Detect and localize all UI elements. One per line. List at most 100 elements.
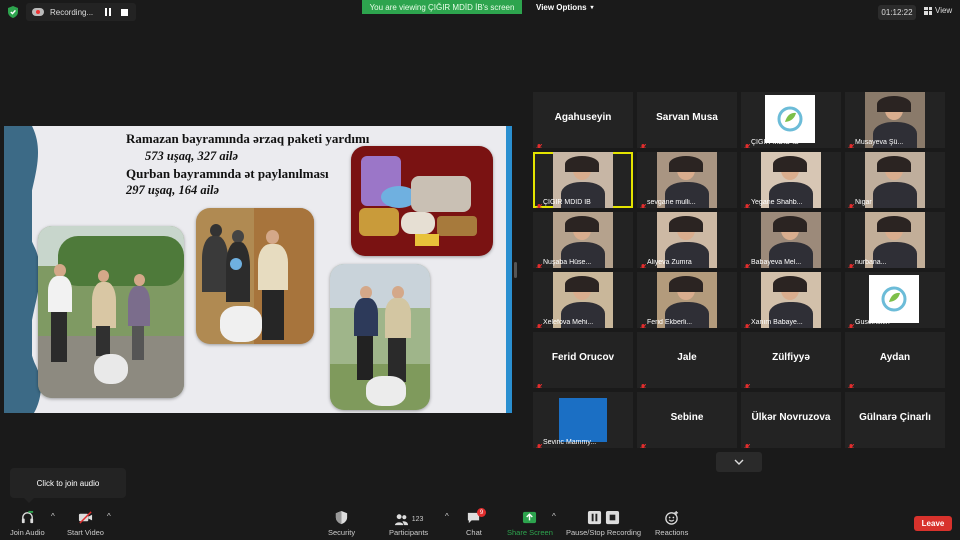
view-options-label: View Options xyxy=(536,2,587,12)
participant-tile[interactable]: ÇIĞIR MDİD İB xyxy=(533,152,633,208)
participant-tile[interactable]: Ülkər Novruzova xyxy=(741,392,841,448)
participant-caption: ÇIĞIR MDİD İB xyxy=(543,199,591,206)
view-options-button[interactable]: View Options ▾ xyxy=(536,0,594,14)
join-audio-label: Join Audio xyxy=(10,528,45,537)
stop-recording-icon[interactable] xyxy=(121,8,128,16)
participant-name: Ülkər Novruzova xyxy=(751,412,831,423)
participant-tile[interactable]: Musayeva Şü... xyxy=(845,92,945,148)
video-off-icon xyxy=(78,511,93,524)
participant-tile[interactable]: Aydan xyxy=(845,332,945,388)
participant-tile[interactable]: Gülnarə Çinarlı xyxy=(845,392,945,448)
participant-caption: Guseinskin xyxy=(855,319,890,326)
recording-label: Recording... xyxy=(50,7,94,17)
participant-tile[interactable]: Ferid Orucov xyxy=(533,332,633,388)
participant-tile[interactable]: Sevinc Mammy... xyxy=(533,392,633,448)
participant-tile[interactable]: Nigar xyxy=(845,152,945,208)
grid-view-icon xyxy=(924,6,932,15)
participant-caption: Aliyeva Zumra xyxy=(647,259,692,266)
participant-tile[interactable]: Agahuseyin xyxy=(533,92,633,148)
participant-name: Agahuseyin xyxy=(554,112,612,123)
chevron-down-icon xyxy=(734,459,744,465)
muted-mic-icon xyxy=(848,378,855,388)
participant-tile[interactable]: Aliyeva Zumra xyxy=(637,212,737,268)
muted-mic-icon xyxy=(744,318,751,328)
muted-mic-icon xyxy=(536,198,543,208)
participants-button[interactable]: 123 Participants xyxy=(389,510,428,537)
participants-label: Participants xyxy=(389,528,429,537)
share-screen-button[interactable]: Share Screen xyxy=(507,510,553,537)
photo-indoor-distribution xyxy=(196,208,314,344)
participants-count: 123 xyxy=(411,515,424,523)
participant-tile[interactable]: Ferid Ekberli... xyxy=(637,272,737,328)
reactions-icon xyxy=(665,510,679,525)
muted-mic-icon xyxy=(848,258,855,268)
participant-tile[interactable]: sevgane mulli... xyxy=(637,152,737,208)
shared-screen: Ramazan bayramında ərzaq paketi yardımı … xyxy=(4,126,512,413)
participant-caption: Xelefova Mehi... xyxy=(543,319,594,326)
audio-options-caret[interactable]: ^ xyxy=(51,512,55,521)
participant-tile[interactable]: ÇIĞIR MDİD İB xyxy=(741,92,841,148)
stop-icon xyxy=(605,510,620,525)
participant-caption: Xanım Babaye... xyxy=(751,319,803,326)
chat-label: Chat xyxy=(466,528,482,537)
participant-tile[interactable]: Nuşaba Hüse... xyxy=(533,212,633,268)
security-button[interactable]: Security xyxy=(328,510,355,537)
participant-caption: Nigar xyxy=(855,199,872,206)
participant-tile[interactable]: Yegane Shahb... xyxy=(741,152,841,208)
participant-name: Sarvan Musa xyxy=(656,112,718,123)
chevron-down-icon: ▾ xyxy=(590,4,594,11)
participant-tile[interactable]: Babayeva Mel... xyxy=(741,212,841,268)
muted-mic-icon xyxy=(640,138,647,148)
participant-name: Aydan xyxy=(879,352,911,363)
participant-caption: Babayeva Mel... xyxy=(751,259,802,266)
share-screen-label: Share Screen xyxy=(507,528,553,537)
participant-caption: sevgane mulli... xyxy=(647,199,696,206)
participant-tile[interactable]: Sarvan Musa xyxy=(637,92,737,148)
photo-two-boys xyxy=(330,264,430,410)
start-video-button[interactable]: Start Video xyxy=(67,510,104,537)
participant-tile[interactable]: Xanım Babaye... xyxy=(741,272,841,328)
participant-tile[interactable]: nurbana... xyxy=(845,212,945,268)
join-audio-button[interactable]: Join Audio xyxy=(10,510,45,537)
participant-tile[interactable]: Zülfiyyə xyxy=(741,332,841,388)
video-options-caret[interactable]: ^ xyxy=(107,512,111,521)
shield-icon[interactable] xyxy=(6,5,20,19)
muted-mic-icon xyxy=(848,318,855,328)
gallery-next-page-button[interactable] xyxy=(716,452,762,472)
participant-caption: nurbana... xyxy=(855,259,887,266)
participant-tile[interactable]: Jale xyxy=(637,332,737,388)
pause-stop-recording-button[interactable]: Pause/Stop Recording xyxy=(566,510,641,537)
participants-options-caret[interactable]: ^ xyxy=(445,512,449,521)
pause-icon xyxy=(587,510,602,525)
share-screen-icon xyxy=(523,511,537,524)
share-options-caret[interactable]: ^ xyxy=(552,512,556,521)
muted-mic-icon xyxy=(536,318,543,328)
security-label: Security xyxy=(328,528,356,537)
slide-line-2: 573 uşaq, 327 ailə xyxy=(145,149,239,163)
pause-recording-icon[interactable] xyxy=(103,7,113,17)
muted-mic-icon xyxy=(536,438,543,448)
slide-side-bar xyxy=(506,126,512,413)
muted-mic-icon xyxy=(744,258,751,268)
participant-caption: Sevinc Mammy... xyxy=(543,439,597,446)
view-button[interactable]: View xyxy=(924,6,952,15)
participant-tile[interactable]: Guseinskin xyxy=(845,272,945,328)
muted-mic-icon xyxy=(744,138,751,148)
participant-name: Jale xyxy=(677,352,697,363)
viewing-screen-banner: You are viewing ÇIĞIR MDİD İB's screen xyxy=(362,0,522,14)
slide-line-3: Qurban bayramında ət paylanılması xyxy=(126,166,329,181)
participant-screen-preview xyxy=(559,398,607,442)
cigir-logo-icon xyxy=(869,275,919,323)
photo-children-outdoors xyxy=(38,226,184,398)
participant-video xyxy=(865,152,925,208)
participant-tile[interactable]: Xelefova Mehi... xyxy=(533,272,633,328)
split-view-divider[interactable] xyxy=(514,262,517,278)
muted-mic-icon xyxy=(848,198,855,208)
participant-caption: Ferid Ekberli... xyxy=(647,319,693,326)
participant-tile[interactable]: Sebine xyxy=(637,392,737,448)
reactions-button[interactable]: Reactions xyxy=(655,510,688,537)
participant-name: Gülnarə Çinarlı xyxy=(859,412,931,423)
reactions-label: Reactions xyxy=(655,528,689,537)
muted-mic-icon xyxy=(744,378,751,388)
leave-button[interactable]: Leave xyxy=(914,516,952,531)
